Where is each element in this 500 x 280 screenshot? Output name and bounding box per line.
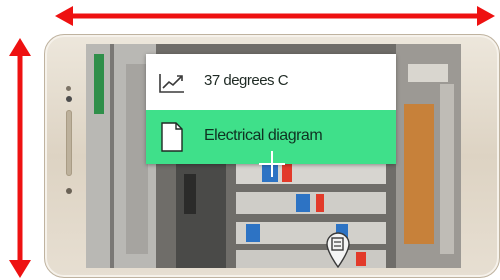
overlay-menu: 37 degrees C Electrical diagram	[146, 54, 396, 164]
electrical-diagram-label: Electrical diagram	[204, 127, 323, 144]
menu-item-temperature[interactable]: 37 degrees C	[146, 54, 396, 110]
proximity-sensor	[66, 96, 72, 102]
horizontal-arrow	[55, 6, 495, 26]
temperature-label: 37 degrees C	[204, 72, 289, 89]
earpiece-speaker	[66, 110, 72, 176]
crosshair-icon	[259, 151, 285, 177]
map-pin-icon[interactable]	[325, 232, 351, 268]
camera-view: 37 degrees C Electrical diagram	[86, 44, 461, 268]
trend-chart-icon	[159, 74, 184, 93]
vertical-arrow	[9, 38, 31, 278]
document-icon	[161, 122, 183, 152]
camera-dot	[66, 188, 72, 194]
front-camera	[66, 86, 71, 91]
